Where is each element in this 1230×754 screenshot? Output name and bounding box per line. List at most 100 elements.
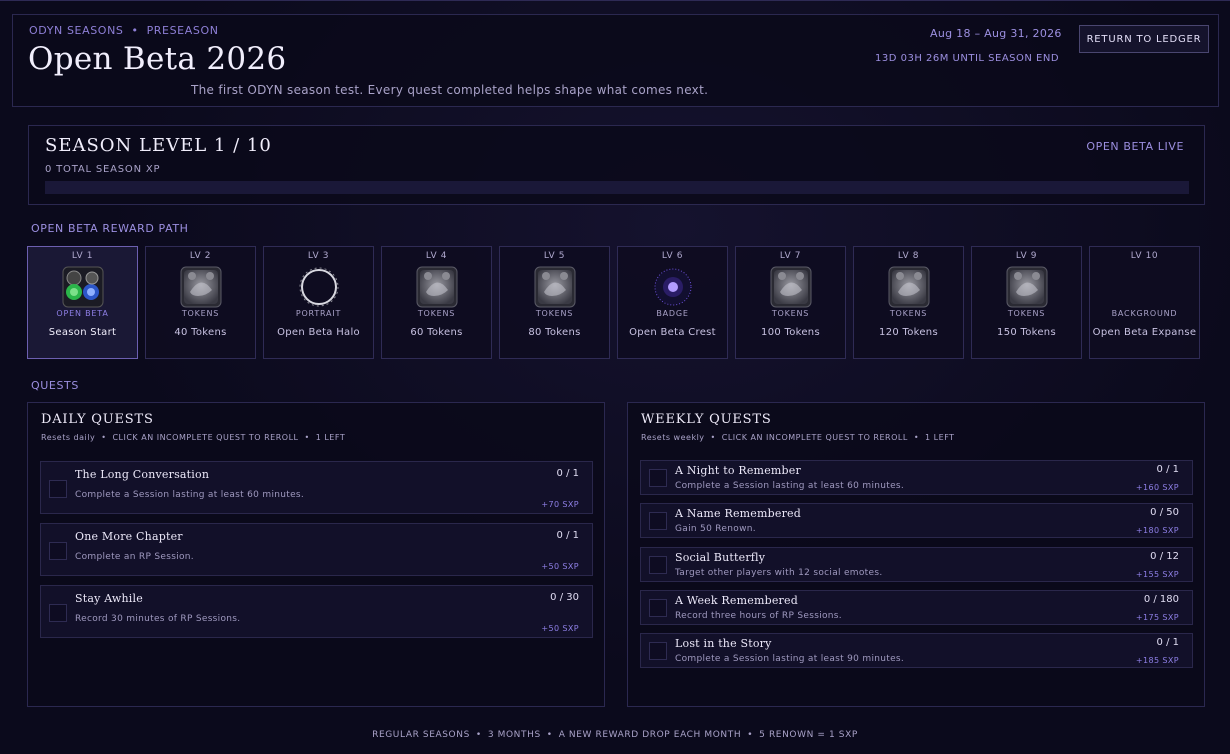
reward-type: TOKENS (771, 309, 810, 318)
daily-quests-title: DAILY QUESTS (41, 412, 154, 427)
reward-level: LV 1 (71, 251, 94, 261)
reward-card-lv4[interactable]: LV 4 TOKENS 60 Tokens (381, 246, 492, 359)
reward-level: LV 9 (1015, 251, 1038, 261)
reward-level: LV 4 (425, 251, 448, 261)
quest-checkbox[interactable] (649, 469, 667, 487)
total-season-xp: 0 TOTAL SEASON XP (45, 164, 161, 175)
daily-quests-subtitle: Resets daily • CLICK AN INCOMPLETE QUEST T… (41, 433, 346, 442)
reward-card-lv3[interactable]: LV 3 PORTRAIT Open Beta Halo (263, 246, 374, 359)
reward-type: BACKGROUND (1111, 309, 1178, 318)
season-level-panel: SEASON LEVEL 1 / 10 0 TOTAL SEASON XP OP… (28, 125, 1205, 205)
weekly-quest-row[interactable]: A Night to Remember Complete a Session la… (640, 460, 1193, 495)
quest-checkbox[interactable] (49, 542, 67, 560)
breadcrumb: ODYN SEASONS • PRESEASON (29, 24, 219, 37)
breadcrumb-separator: • (131, 24, 139, 37)
reward-card-lv1[interactable]: LV 1 OPEN BETA Season Start (27, 246, 138, 359)
daily-quest-row[interactable]: One More Chapter Complete an RP Session. 0… (40, 523, 593, 576)
reward-card-lv5[interactable]: LV 5 TOKENS 80 Tokens (499, 246, 610, 359)
app-window: ODYN SEASONS • PRESEASON Open Beta 2026 Th… (0, 0, 1230, 754)
quest-checkbox[interactable] (49, 480, 67, 498)
reward-name: 150 Tokens (997, 327, 1056, 338)
reward-name: 120 Tokens (879, 327, 938, 338)
page-subtitle: The first ODYN season test. Every quest … (191, 83, 709, 97)
reward-type: BADGE (656, 309, 689, 318)
tokens-icon (1006, 266, 1048, 308)
daily-resets: Resets daily (41, 433, 96, 442)
quest-checkbox[interactable] (649, 555, 667, 574)
quest-description: Complete a Session lasting at least 60 m… (75, 490, 305, 500)
reward-type: TOKENS (1007, 309, 1046, 318)
reward-name: 100 Tokens (761, 327, 820, 338)
quest-description: Gain 50 Renown. (675, 524, 756, 535)
quest-name: Stay Awhile (75, 592, 143, 605)
weekly-quest-row[interactable]: A Name Remembered Gain 50 Renown. 0 / 50 +1… (640, 503, 1193, 539)
quest-progress: 0 / 1 (1156, 637, 1179, 649)
reward-card-lv7[interactable]: LV 7 TOKENS 100 Tokens (735, 246, 846, 359)
weekly-quests-subtitle: Resets weekly • CLICK AN INCOMPLETE QUEST … (641, 433, 955, 442)
footer-separator: • (475, 730, 482, 740)
season-xp-bar (45, 181, 1189, 194)
weekly-quest-row[interactable]: A Week Remembered Record three hours of R… (640, 589, 1193, 625)
daily-quests-panel: DAILY QUESTS Resets daily • CLICK AN INCOM… (27, 402, 605, 707)
quest-progress: 0 / 12 (1150, 550, 1179, 562)
reward-name: 40 Tokens (174, 327, 227, 338)
season-footer: REGULAR SEASONS • 3 MONTHS • A NEW REWARD DR… (0, 730, 1230, 740)
quest-checkbox[interactable] (649, 598, 667, 617)
quest-progress: 0 / 180 (1143, 593, 1179, 605)
quest-name: A Week Remembered (675, 593, 798, 607)
quest-name: A Night to Remember (675, 464, 801, 477)
reward-path: LV 1 OPEN BETA Season Start LV 2 TOKENS 40 To… (27, 246, 1202, 359)
quest-checkbox[interactable] (649, 512, 667, 531)
season-level-title: SEASON LEVEL 1 / 10 (45, 135, 272, 156)
reward-name: 60 Tokens (410, 327, 463, 338)
footer-separator: • (747, 730, 754, 740)
tokens-icon (770, 266, 812, 308)
breadcrumb-preseason: PRESEASON (146, 24, 219, 37)
reward-card-lv10[interactable]: LV 10 BACKGROUND Open Beta Expanse (1089, 246, 1200, 359)
quest-checkbox[interactable] (49, 604, 67, 622)
weekly-quest-row[interactable]: Lost in the Story Complete a Session last… (640, 633, 1193, 669)
reward-name: Open Beta Halo (277, 327, 360, 338)
daily-rerolls-left: 1 LEFT (315, 433, 346, 442)
tokens-icon (888, 266, 930, 308)
quest-progress: 0 / 1 (1156, 464, 1179, 475)
footer-separator: • (546, 730, 553, 740)
quest-name: Social Butterfly (675, 550, 766, 564)
quest-xp-reward: +50 SXP (541, 624, 579, 633)
quest-xp-reward: +180 SXP (1135, 526, 1179, 536)
quest-name: The Long Conversation (75, 468, 210, 481)
quest-description: Complete a Session lasting at least 60 m… (675, 481, 905, 491)
quest-xp-reward: +155 SXP (1135, 569, 1179, 579)
quest-checkbox[interactable] (649, 642, 667, 661)
reward-level: LV 10 (1130, 251, 1159, 261)
reward-type: OPEN BETA (56, 309, 109, 318)
daily-quest-row[interactable]: The Long Conversation Complete a Session … (40, 461, 593, 514)
page-title: Open Beta 2026 (28, 41, 287, 77)
reward-path-label: OPEN BETA REWARD PATH (31, 222, 189, 235)
reward-card-lv9[interactable]: LV 9 TOKENS 150 Tokens (971, 246, 1082, 359)
weekly-rerolls-left: 1 LEFT (925, 433, 955, 442)
reward-card-lv2[interactable]: LV 2 TOKENS 40 Tokens (145, 246, 256, 359)
halo-portrait-icon (298, 266, 340, 308)
reward-name: Open Beta Expanse (1092, 327, 1197, 338)
weekly-resets: Resets weekly (641, 433, 705, 442)
quest-xp-reward: +175 SXP (1135, 612, 1179, 622)
season-status: OPEN BETA LIVE (1086, 140, 1184, 153)
reward-card-lv8[interactable]: LV 8 TOKENS 120 Tokens (853, 246, 964, 359)
quest-progress: 0 / 1 (556, 468, 579, 479)
quest-progress: 0 / 1 (556, 530, 579, 541)
season-countdown: 13D 03H 26M UNTIL SEASON END (875, 53, 1060, 64)
quest-description: Record 30 minutes of RP Sessions. (75, 614, 241, 624)
quest-name: A Name Remembered (675, 507, 801, 521)
quest-progress: 0 / 50 (1150, 507, 1179, 519)
return-to-ledger-button[interactable]: RETURN TO LEDGER (1079, 25, 1209, 53)
daily-quest-row[interactable]: Stay Awhile Record 30 minutes of RP Sessi… (40, 585, 593, 638)
reward-card-lv6[interactable]: LV 6 BADGE Open Beta Crest (617, 246, 728, 359)
footer-item: 3 MONTHS (487, 730, 541, 740)
reward-level: LV 2 (189, 251, 212, 261)
weekly-quest-row[interactable]: Social Butterfly Target other players wit… (640, 546, 1193, 582)
quest-xp-reward: +70 SXP (541, 500, 579, 509)
reward-type: TOKENS (889, 309, 928, 318)
daily-reroll-hint: CLICK AN INCOMPLETE QUEST TO REROLL (112, 433, 299, 442)
reward-level: LV 8 (897, 251, 920, 261)
